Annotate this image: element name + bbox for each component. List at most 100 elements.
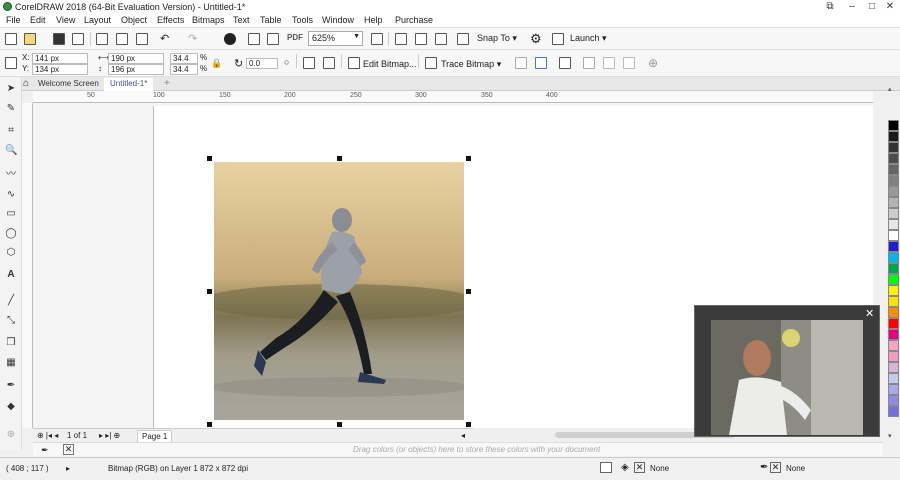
document-palette[interactable]: ✒ ✕ Drag colors (or objects) here to sto… bbox=[33, 442, 883, 456]
add-icon[interactable]: ⊕ bbox=[648, 56, 658, 70]
fill-tool-icon[interactable]: ◆ bbox=[5, 401, 17, 413]
palette-swatch[interactable] bbox=[888, 351, 899, 362]
palette-swatch[interactable] bbox=[888, 340, 899, 351]
trace-bitmap-button[interactable]: Trace Bitmap ▾ bbox=[441, 59, 501, 70]
mirror-vertical-icon[interactable] bbox=[323, 57, 335, 69]
close-window-button[interactable]: ✕ bbox=[880, 0, 900, 14]
launch-icon[interactable] bbox=[552, 33, 564, 45]
lock-ratio-icon[interactable]: 🔒 bbox=[211, 58, 222, 69]
rectangle-tool-icon[interactable]: ▭ bbox=[5, 208, 17, 220]
palette-swatch[interactable] bbox=[888, 186, 899, 197]
menu-layout[interactable]: Layout bbox=[84, 15, 111, 25]
maximize-button[interactable]: □ bbox=[862, 0, 882, 14]
show-rulers-icon[interactable] bbox=[415, 33, 427, 45]
vertical-ruler[interactable] bbox=[22, 103, 33, 428]
text-tool-icon[interactable]: A bbox=[5, 269, 17, 281]
menu-file[interactable]: File bbox=[6, 15, 21, 25]
palette-swatch[interactable] bbox=[888, 285, 899, 296]
parallel-dimension-icon[interactable]: ╱ bbox=[5, 295, 17, 307]
selection-handle[interactable] bbox=[466, 289, 471, 294]
resample-icon[interactable] bbox=[515, 57, 527, 69]
menu-tools[interactable]: Tools bbox=[292, 15, 313, 25]
x-position-field[interactable]: 141 px bbox=[32, 53, 88, 64]
palette-swatch[interactable] bbox=[888, 274, 899, 285]
palette-swatch[interactable] bbox=[888, 230, 899, 241]
scale-width-field[interactable]: 34.4 bbox=[170, 53, 198, 64]
bitmap-runner-photo[interactable] bbox=[214, 162, 464, 420]
palette-swatch[interactable] bbox=[888, 219, 899, 230]
pdf-icon[interactable]: PDF bbox=[287, 33, 303, 42]
y-position-field[interactable]: 134 px bbox=[32, 64, 88, 75]
artistic-media-icon[interactable]: ∿ bbox=[5, 189, 17, 201]
next-page-icon[interactable]: ▸ ▸| ⊕ bbox=[99, 431, 120, 440]
edit-bitmap-button[interactable]: Edit Bitmap... bbox=[363, 59, 417, 69]
selection-handle[interactable] bbox=[207, 156, 212, 161]
save-icon[interactable] bbox=[53, 33, 65, 45]
palette-scroll-down-icon[interactable]: ▾ bbox=[888, 432, 892, 440]
tab-untitled-1[interactable]: Untitled-1* bbox=[104, 78, 154, 91]
menu-edit[interactable]: Edit bbox=[30, 15, 46, 25]
export-icon[interactable] bbox=[267, 33, 279, 45]
full-screen-icon[interactable] bbox=[395, 33, 407, 45]
palette-swatch[interactable] bbox=[888, 318, 899, 329]
color-proof-icon[interactable] bbox=[600, 462, 612, 473]
search-content-icon[interactable] bbox=[224, 33, 236, 45]
copy-icon[interactable] bbox=[116, 33, 128, 45]
new-tab-icon[interactable]: + bbox=[164, 78, 170, 89]
snap-to-dropdown[interactable]: Snap To ▾ bbox=[477, 33, 517, 44]
paste-icon[interactable] bbox=[136, 33, 148, 45]
new-icon[interactable] bbox=[5, 33, 17, 45]
undo-icon[interactable]: ↶ bbox=[160, 32, 169, 45]
pick-tool-icon[interactable]: ➤ bbox=[5, 83, 17, 95]
menu-purchase[interactable]: Purchase bbox=[395, 15, 433, 25]
width-field[interactable]: 190 px bbox=[108, 53, 164, 64]
palette-swatch[interactable] bbox=[888, 307, 899, 318]
import-icon[interactable] bbox=[248, 33, 260, 45]
menu-text[interactable]: Text bbox=[233, 15, 250, 25]
show-grid-icon[interactable] bbox=[435, 33, 447, 45]
launch-dropdown[interactable]: Launch ▾ bbox=[570, 33, 607, 44]
scroll-left-icon[interactable]: ◂ bbox=[461, 431, 465, 440]
height-field[interactable]: 196 px bbox=[108, 64, 164, 75]
edit-bitmap-icon[interactable] bbox=[348, 57, 360, 69]
bitmap-color-mask-icon[interactable] bbox=[559, 57, 571, 69]
selection-handle[interactable] bbox=[466, 422, 471, 427]
eyedropper-tool-icon[interactable]: ✒ bbox=[5, 380, 17, 392]
first-page-icon[interactable]: ⊕ |◂ ◂ bbox=[37, 431, 58, 440]
zoom-fit-icon[interactable] bbox=[371, 33, 383, 45]
eyedropper-icon[interactable]: ✒ bbox=[41, 445, 49, 456]
mirror-horizontal-icon[interactable] bbox=[303, 57, 315, 69]
zoom-tool-icon[interactable]: 🔍 bbox=[5, 145, 17, 157]
object-origin-icon[interactable] bbox=[5, 57, 17, 69]
minimize-button[interactable]: – bbox=[842, 0, 862, 14]
weld-icon[interactable] bbox=[603, 57, 615, 69]
zoom-level-dropdown[interactable]: 625% ▼ bbox=[308, 31, 363, 46]
palette-scroll-up-icon[interactable]: ▴ bbox=[888, 85, 892, 93]
status-expand-icon[interactable]: ▸ bbox=[66, 464, 70, 473]
rotation-field[interactable]: 0.0 bbox=[246, 58, 278, 69]
palette-swatch[interactable] bbox=[888, 384, 899, 395]
palette-swatch[interactable] bbox=[888, 142, 899, 153]
settings-gear-icon[interactable]: ⚙ bbox=[530, 31, 542, 47]
arrange-icon[interactable] bbox=[583, 57, 595, 69]
menu-object[interactable]: Object bbox=[121, 15, 147, 25]
ellipse-tool-icon[interactable]: ◯ bbox=[5, 228, 17, 240]
webcam-overlay[interactable]: ✕ bbox=[694, 305, 880, 437]
palette-swatch[interactable] bbox=[888, 252, 899, 263]
open-icon[interactable] bbox=[24, 33, 36, 45]
crop-bitmap-icon[interactable] bbox=[535, 57, 547, 69]
add-tool-icon[interactable]: ⊕ bbox=[5, 429, 17, 441]
menu-table[interactable]: Table bbox=[260, 15, 282, 25]
palette-swatch[interactable] bbox=[888, 362, 899, 373]
palette-swatch[interactable] bbox=[888, 373, 899, 384]
cut-icon[interactable] bbox=[96, 33, 108, 45]
palette-swatch[interactable] bbox=[888, 131, 899, 142]
selection-handle[interactable] bbox=[337, 422, 342, 427]
palette-swatch[interactable] bbox=[888, 153, 899, 164]
palette-swatch[interactable] bbox=[888, 175, 899, 186]
snap-icon[interactable] bbox=[457, 33, 469, 45]
redo-icon[interactable]: ↷ bbox=[188, 32, 197, 45]
tab-welcome-screen[interactable]: Welcome Screen bbox=[32, 78, 105, 91]
crop-tool-icon[interactable]: ⌗ bbox=[5, 125, 17, 137]
menu-window[interactable]: Window bbox=[322, 15, 354, 25]
